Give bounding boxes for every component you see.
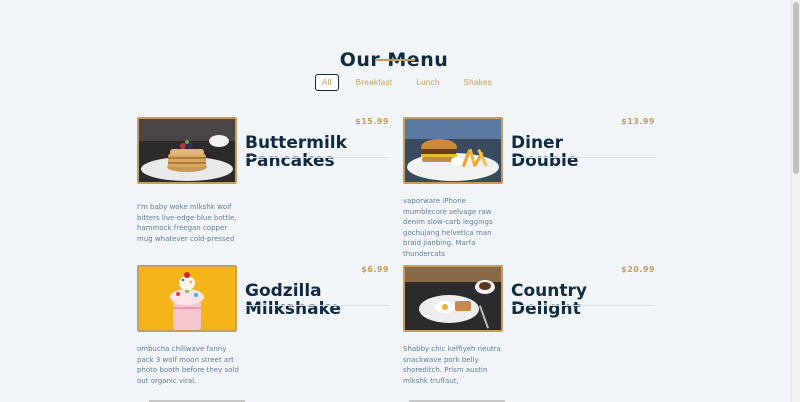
- item-description: Shabby chic keffiyeh neutra snackwave po…: [403, 345, 501, 385]
- item-price: $6.99: [361, 265, 389, 274]
- pancakes-photo: [137, 117, 237, 184]
- item-name: Diner Double: [511, 133, 579, 171]
- scrollbar-thumb[interactable]: [793, 2, 799, 174]
- pancakes-image: [139, 119, 235, 182]
- breakfast-image: [405, 267, 501, 330]
- milkshake-photo: [137, 265, 237, 332]
- item-name: Buttermilk Pancakes: [245, 133, 347, 171]
- filter-all-button[interactable]: All: [315, 74, 339, 91]
- title-underline: [375, 59, 415, 61]
- burger-photo: [403, 117, 503, 184]
- filter-breakfast-button[interactable]: Breakfast: [349, 74, 400, 91]
- item-name: Godzilla Milkshake: [245, 281, 341, 319]
- page-scrollbar[interactable]: [791, 0, 800, 402]
- item-price: $20.99: [621, 265, 655, 274]
- menu-page: Our Menu All Breakfast Lunch Shakes Butt…: [0, 0, 800, 402]
- item-description: ombucha chillwave fanny pack 3 wolf moon…: [137, 345, 239, 385]
- item-divider: [511, 157, 655, 158]
- item-name: Country Delight: [511, 281, 587, 319]
- item-divider: [245, 305, 389, 306]
- item-divider: [245, 157, 389, 158]
- filter-lunch-button[interactable]: Lunch: [409, 74, 446, 91]
- breakfast-photo: [403, 265, 503, 332]
- filter-bar: All Breakfast Lunch Shakes: [315, 74, 509, 91]
- item-divider: [511, 305, 655, 306]
- item-price: $15.99: [355, 117, 389, 126]
- item-price: $13.99: [621, 117, 655, 126]
- milkshake-image: [139, 267, 235, 330]
- burger-image: [405, 119, 501, 182]
- item-description: vaporware iPhone mumblecore selvage raw …: [403, 197, 493, 258]
- item-description: I'm baby woke mlkshk wolf bitters live-e…: [137, 203, 237, 243]
- filter-shakes-button[interactable]: Shakes: [457, 74, 499, 91]
